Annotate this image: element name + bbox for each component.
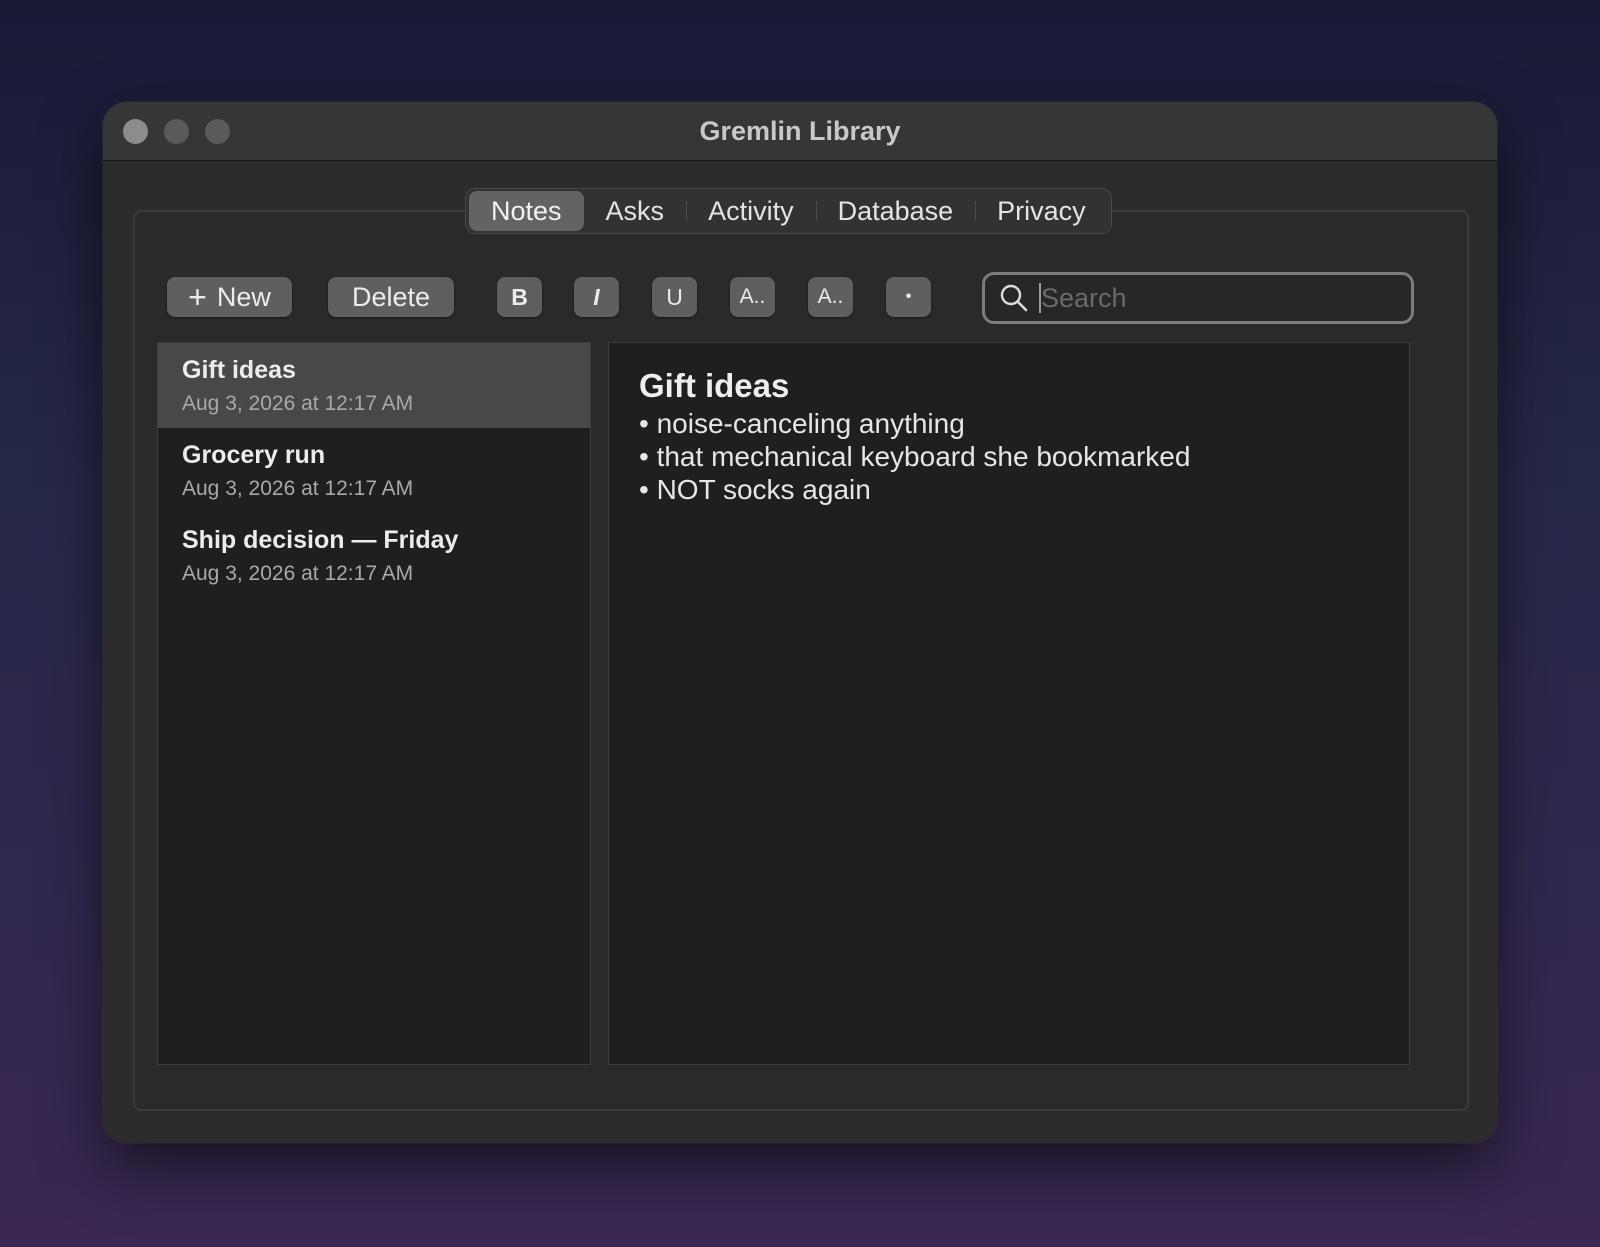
tab-bar: Notes Asks Activity Database Privacy <box>465 188 1112 234</box>
plus-icon: + <box>188 279 207 315</box>
tab-asks[interactable]: Asks <box>584 191 687 231</box>
editor-bullet-line[interactable]: • noise-canceling anything <box>639 407 1190 440</box>
italic-button[interactable]: I <box>574 277 619 317</box>
window-title: Gremlin Library <box>699 116 901 146</box>
note-editor[interactable]: Gift ideas • noise-canceling anything • … <box>608 342 1410 1065</box>
editor-note-title[interactable]: Gift ideas <box>639 367 789 405</box>
bullet-list-button[interactable]: • <box>886 277 931 317</box>
notes-list: Gift ideas Aug 3, 2026 at 12:17 AM Groce… <box>157 342 591 1065</box>
new-note-label: New <box>216 281 271 312</box>
tab-database[interactable]: Database <box>815 191 976 231</box>
editor-bullet-line[interactable]: • NOT socks again <box>639 473 1190 506</box>
note-date: Aug 3, 2026 at 12:17 AM <box>182 562 414 585</box>
title-bar: Gremlin Library <box>103 102 1497 161</box>
tab-notes[interactable]: Notes <box>469 191 584 231</box>
search-icon <box>1000 284 1028 312</box>
new-note-button[interactable]: + New <box>167 277 292 317</box>
tab-activity[interactable]: Activity <box>686 191 816 231</box>
search-placeholder: Search <box>1041 282 1127 313</box>
note-item-ship-decision[interactable]: Ship decision — Friday Aug 3, 2026 at 12… <box>158 513 590 598</box>
text-color-button[interactable]: A.. <box>808 277 853 317</box>
font-button[interactable]: A.. <box>730 277 775 317</box>
note-date: Aug 3, 2026 at 12:17 AM <box>182 477 414 500</box>
bold-button[interactable]: B <box>497 277 542 317</box>
editor-bullet-line[interactable]: • that mechanical keyboard she bookmarke… <box>639 440 1190 473</box>
search-field[interactable]: Search <box>982 272 1414 324</box>
underline-button[interactable]: U <box>652 277 697 317</box>
note-title: Grocery run <box>182 441 326 469</box>
note-item-grocery-run[interactable]: Grocery run Aug 3, 2026 at 12:17 AM <box>158 428 590 513</box>
delete-button[interactable]: Delete <box>328 277 454 317</box>
note-item-gift-ideas[interactable]: Gift ideas Aug 3, 2026 at 12:17 AM <box>158 343 590 428</box>
editor-body[interactable]: • noise-canceling anything • that mechan… <box>639 407 1190 506</box>
tab-privacy[interactable]: Privacy <box>975 191 1108 231</box>
note-date: Aug 3, 2026 at 12:17 AM <box>182 392 414 415</box>
app-window: Gremlin Library Notes Asks Activity Data… <box>103 102 1497 1143</box>
note-title: Ship decision — Friday <box>182 526 459 554</box>
note-title: Gift ideas <box>182 356 296 384</box>
